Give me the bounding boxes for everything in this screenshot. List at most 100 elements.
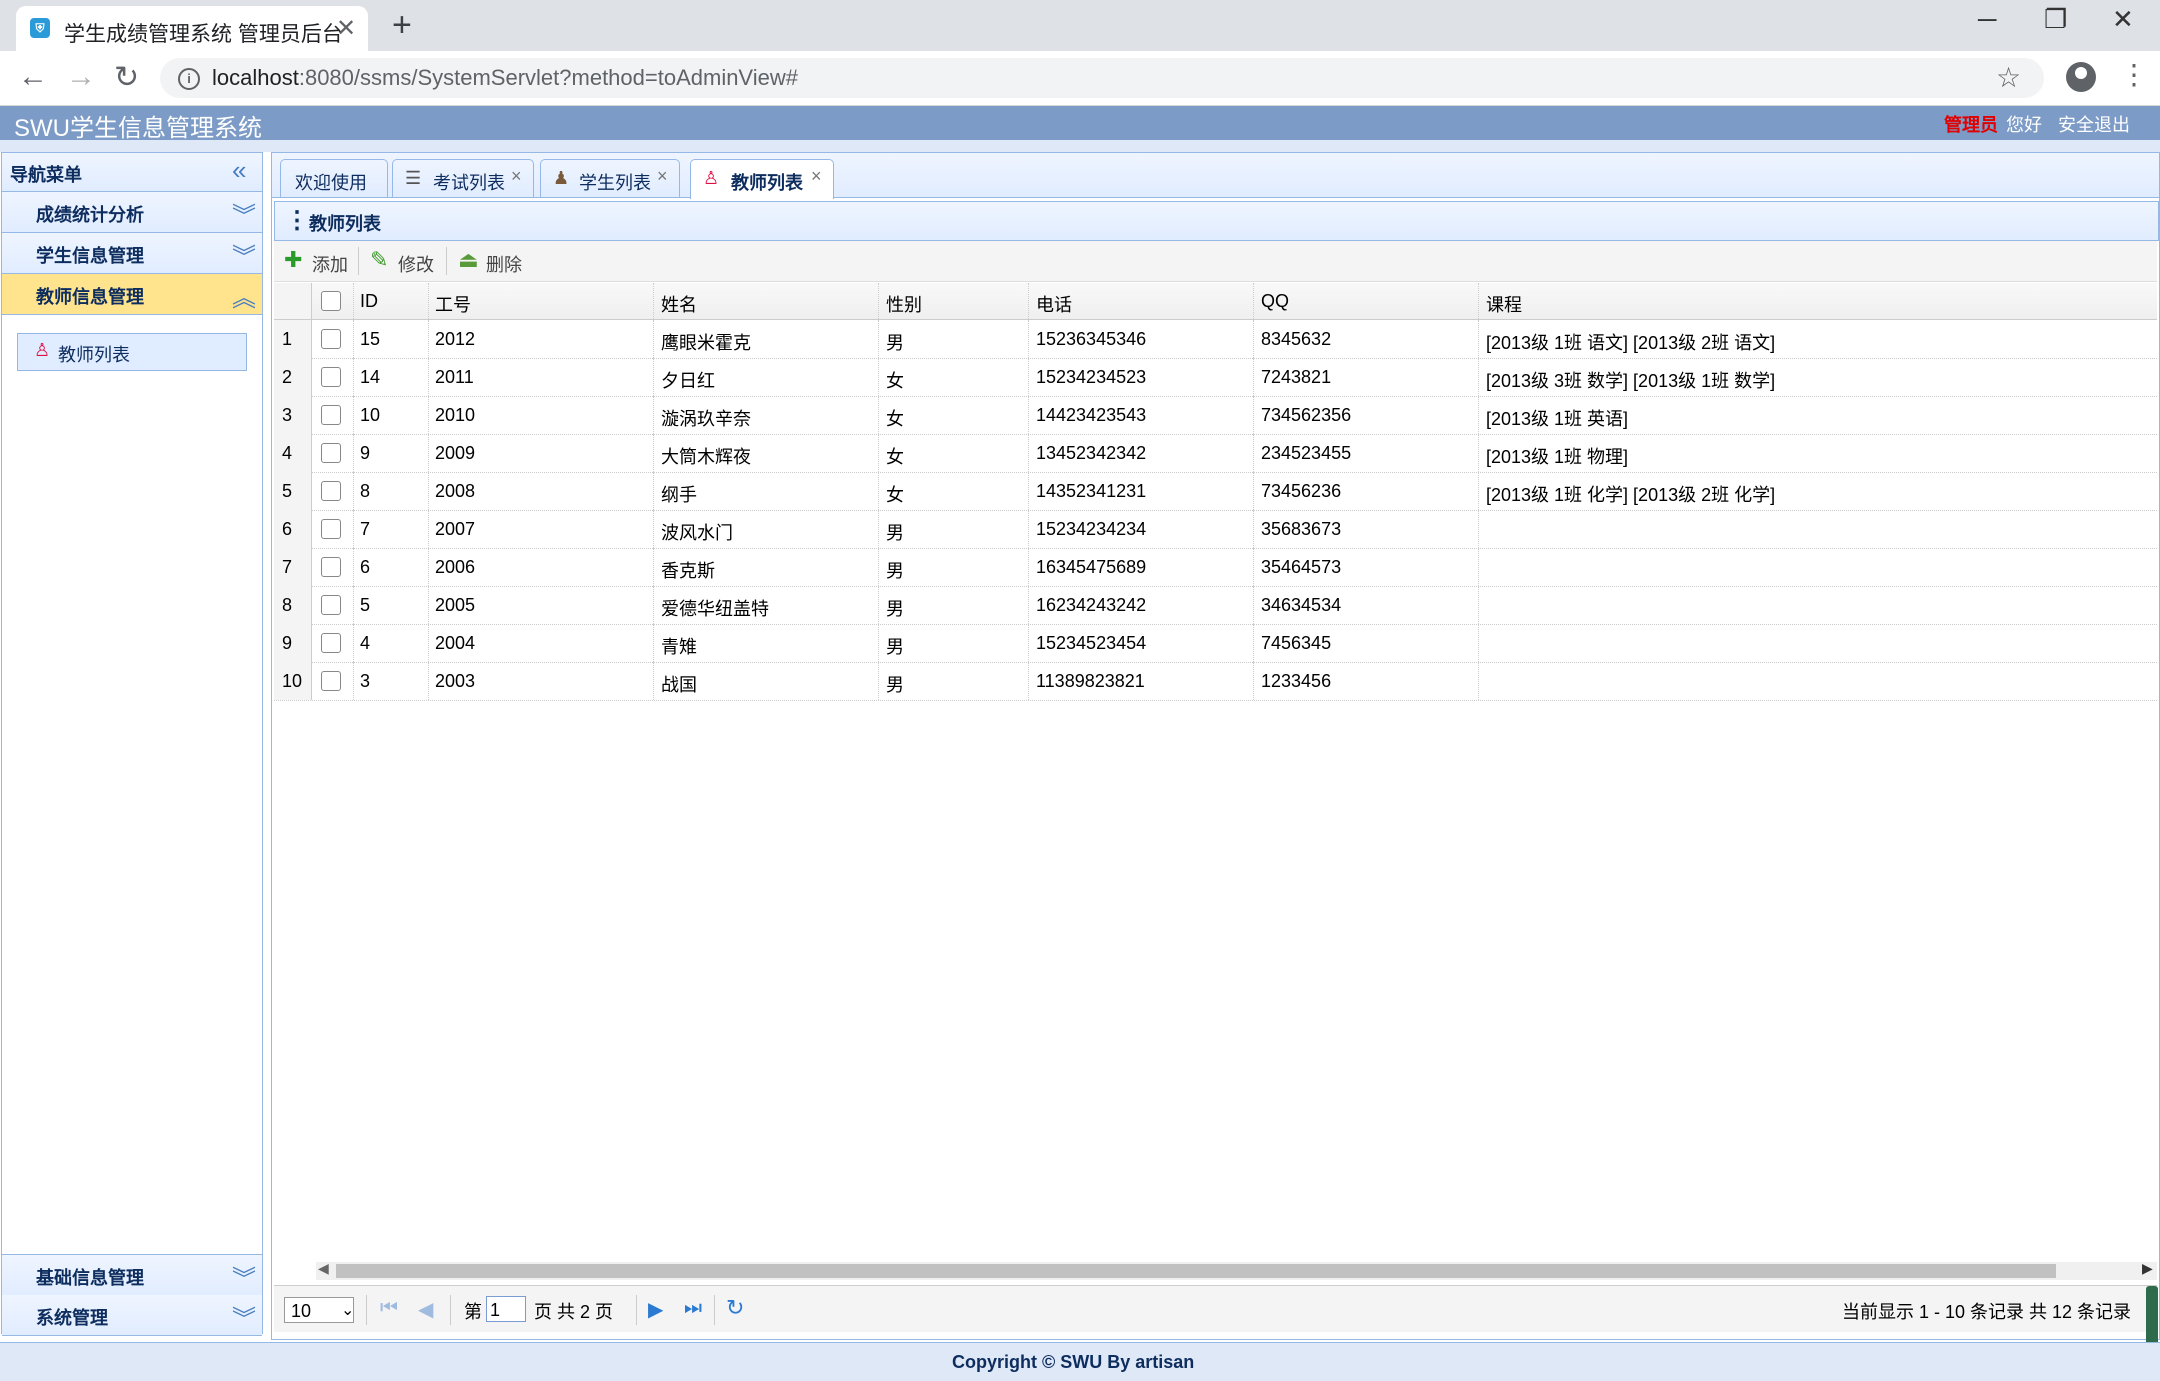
table-row[interactable]: 3 10 2010 漩涡玖辛奈 女 14423423543 734562356 [2013级 …	[274, 396, 2157, 435]
row-checkbox[interactable]	[321, 443, 341, 463]
expand-chevron-icon[interactable]: ︾	[232, 1259, 256, 1294]
scroll-right-icon[interactable]: ▶	[2142, 1260, 2153, 1277]
column-divider	[1028, 510, 1030, 548]
scroll-left-icon[interactable]: ◀	[318, 1260, 329, 1277]
row-checkbox[interactable]	[321, 519, 341, 539]
nav-section-student-info[interactable]: 学生信息管理 ︾	[2, 233, 262, 274]
page-size-select[interactable]: 10 ⌄	[284, 1297, 354, 1323]
add-button[interactable]: ✚ 添加	[282, 247, 352, 275]
restore-button[interactable]: ❐	[2044, 4, 2067, 35]
row-checkbox[interactable]	[321, 633, 341, 653]
row-checkbox[interactable]	[321, 595, 341, 615]
url-input[interactable]: i localhost:8080/ssms/SystemServlet?meth…	[160, 58, 2044, 98]
row-checkbox[interactable]	[321, 405, 341, 425]
table-row[interactable]: 5 8 2008 纲手 女 14352341231 73456236 [2013级 1班 化学…	[274, 472, 2157, 511]
tab-exam-list[interactable]: ☰ 考试列表 ×	[392, 159, 534, 197]
table-row[interactable]: 2 14 2011 夕日红 女 15234234523 7243821 [2013级 3班 数…	[274, 358, 2157, 397]
chevron-down-icon: ⌄	[341, 1302, 355, 1319]
col-header-name[interactable]: 姓名	[661, 291, 697, 317]
teacher-icon: ♙	[703, 168, 720, 188]
table-row[interactable]: 1 15 2012 鹰眼米霍克 男 15236345346 8345632 [2013级 1班…	[274, 320, 2157, 359]
table-row[interactable]: 10 3 2003 战国 男 11389823821 1233456	[274, 662, 2157, 701]
column-divider	[1478, 548, 1480, 586]
col-header-sn[interactable]: 工号	[435, 291, 471, 317]
forward-arrow-icon[interactable]: →	[66, 60, 96, 94]
scrollbar-thumb[interactable]	[336, 1264, 2056, 1278]
nav-section-score-analysis[interactable]: 成绩统计分析 ︾	[2, 192, 262, 233]
column-divider	[1253, 510, 1255, 548]
select-all-checkbox[interactable]	[321, 291, 341, 311]
page-number-input[interactable]: 1	[486, 1296, 526, 1322]
expand-chevron-icon[interactable]: ︾	[232, 196, 256, 231]
table-row[interactable]: 8 5 2005 爱德华纽盖特 男 16234243242 34634534	[274, 586, 2157, 625]
vertical-dots-icon: ⋮	[285, 207, 309, 234]
col-header-sex[interactable]: 性别	[886, 291, 922, 317]
info-icon[interactable]: i	[178, 68, 200, 90]
bookmark-star-icon[interactable]: ☆	[1996, 61, 2021, 94]
collapse-chevron-icon[interactable]: ︽	[232, 278, 256, 313]
column-divider	[353, 586, 355, 624]
nav-section-system[interactable]: 系统管理 ︾	[2, 1295, 262, 1336]
first-page-icon[interactable]: ⏮	[380, 1297, 398, 1320]
cell-qq: 7243821	[1261, 367, 1332, 387]
add-icon: ✚	[284, 247, 303, 272]
cell-sex: 男	[886, 333, 904, 353]
back-arrow-icon[interactable]: ←	[18, 60, 48, 94]
close-tab-icon[interactable]: ×	[657, 166, 668, 187]
tab-student-list[interactable]: ♟ 学生列表 ×	[540, 159, 680, 197]
col-header-course[interactable]: 课程	[1486, 291, 1522, 317]
table-row[interactable]: 9 4 2004 青雉 男 15234523454 7456345	[274, 624, 2157, 663]
table-row[interactable]: 7 6 2006 香克斯 男 16345475689 35464573	[274, 548, 2157, 587]
close-tab-icon[interactable]: ×	[811, 166, 822, 187]
collapse-nav-icon[interactable]: «	[232, 155, 246, 186]
next-page-icon[interactable]: ▶	[648, 1297, 663, 1322]
nav-section-basic-info[interactable]: 基础信息管理 ︾	[2, 1254, 262, 1296]
nav-section-teacher-info[interactable]: 教师信息管理 ︽	[2, 274, 262, 315]
tab-teacher-list[interactable]: ♙ 教师列表 ×	[690, 159, 834, 199]
row-checkbox[interactable]	[321, 481, 341, 501]
column-divider	[1478, 510, 1480, 548]
cell-qq: 35464573	[1261, 557, 1342, 577]
minimize-button[interactable]: ─	[1978, 4, 1996, 35]
row-checkbox[interactable]	[321, 367, 341, 387]
table-row[interactable]: 4 9 2009 大筒木辉夜 女 13452342342 234523455 [2013级 1…	[274, 434, 2157, 473]
nav-item-label: 教师列表	[58, 345, 130, 365]
new-tab-button[interactable]: +	[392, 6, 412, 45]
col-header-id[interactable]: ID	[360, 291, 378, 312]
close-tab-icon[interactable]: ✕	[336, 14, 356, 43]
column-divider	[878, 662, 880, 700]
edit-button[interactable]: ✎ 修改	[368, 247, 438, 275]
profile-icon[interactable]	[2066, 62, 2096, 92]
close-tab-icon[interactable]: ×	[511, 166, 522, 187]
browser-menu-icon[interactable]: ⋮	[2120, 58, 2148, 91]
cell-sn: 2008	[435, 481, 476, 501]
nav-item-teacher-list[interactable]: ♙ 教师列表	[17, 333, 247, 371]
delete-button[interactable]: ⏏ 删除	[456, 247, 526, 275]
refresh-icon[interactable]: ↻	[726, 1295, 744, 1321]
row-number-text: 6	[282, 519, 293, 539]
toolbar-divider	[446, 247, 447, 275]
close-window-button[interactable]: ✕	[2112, 4, 2134, 35]
main-panel: 欢迎使用 ☰ 考试列表 × ♟ 学生列表 × ♙ 教师列表 × ⋮ 教师列表 ✚…	[271, 152, 2160, 1340]
cell-sex: 男	[886, 599, 904, 619]
row-number-text: 10	[282, 671, 303, 691]
cell-phone: 16345475689	[1036, 557, 1147, 577]
nav-title: 导航菜单	[10, 165, 82, 185]
row-checkbox[interactable]	[321, 329, 341, 349]
browser-tab[interactable]: ⛨ 学生成绩管理系统 管理员后台 ✕	[16, 6, 368, 51]
last-page-icon[interactable]: ⏭	[684, 1297, 702, 1320]
col-header-phone[interactable]: 电话	[1036, 291, 1072, 317]
table-row[interactable]: 6 7 2007 波风水门 男 15234234234 35683673	[274, 510, 2157, 549]
nav-panel: 导航菜单 « 成绩统计分析 ︾ 学生信息管理 ︾ 教师信息管理 ︽ ♙ 教师列表…	[1, 152, 263, 1336]
expand-chevron-icon[interactable]: ︾	[232, 1299, 256, 1334]
cell-sex: 女	[886, 485, 904, 505]
col-header-qq[interactable]: QQ	[1261, 291, 1289, 312]
expand-chevron-icon[interactable]: ︾	[232, 237, 256, 272]
tab-welcome[interactable]: 欢迎使用	[280, 159, 388, 197]
row-checkbox[interactable]	[321, 671, 341, 691]
reload-icon[interactable]: ↻	[114, 60, 139, 95]
row-checkbox[interactable]	[321, 557, 341, 577]
horizontal-scrollbar[interactable]: ◀ ▶	[316, 1260, 2157, 1280]
prev-page-icon[interactable]: ◀	[418, 1297, 433, 1322]
logout-link[interactable]: 安全退出	[2058, 111, 2130, 137]
